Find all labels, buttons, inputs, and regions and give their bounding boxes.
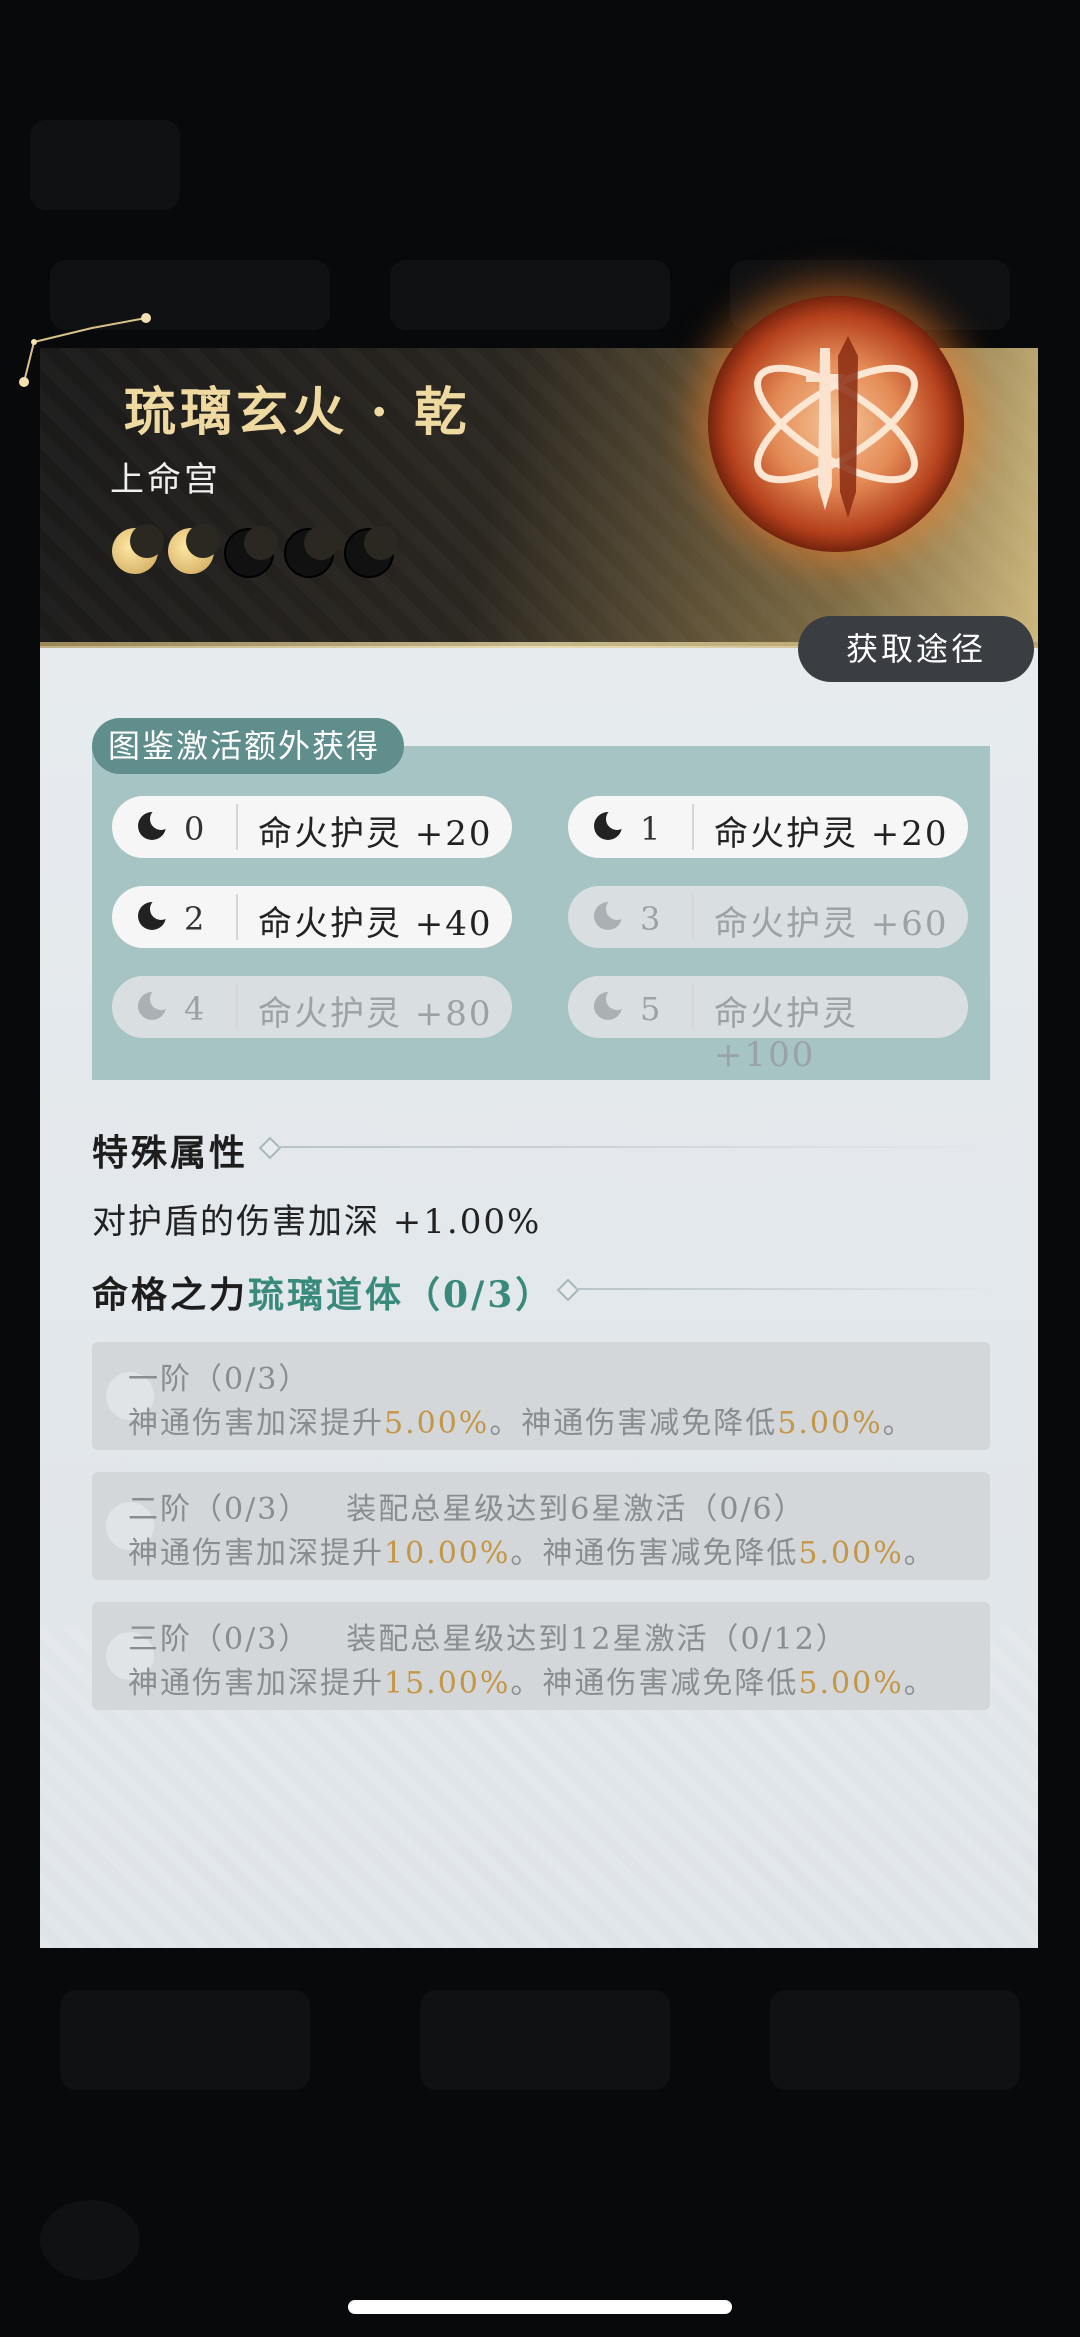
effect-text: 神通伤害加深提升 [128,1406,384,1441]
divider [692,894,694,940]
effect-value: 15.00% [384,1666,511,1701]
fate-tier-2: 二阶（0/3） 装配总星级达到6星激活（0/6） 神通伤害加深提升10.00%。神… [92,1472,990,1580]
gallery-bonus-item: 3 命火护灵 +60 [568,886,968,948]
bonus-value: 命火护灵 +80 [258,994,493,1034]
home-indicator[interactable] [348,2300,732,2314]
effect-text: 。神通伤害减免降低 [510,1666,799,1701]
heading-ornament [556,1278,580,1302]
tier-effect: 神通伤害加深提升10.00%。神通伤害减免降低5.00%。 [128,1528,936,1572]
background-item [390,260,670,330]
tier-requirement: 装配总星级达到12星激活（0/12） [346,1622,848,1657]
effect-text: 。 [882,1406,915,1441]
bonus-value: 命火护灵 +60 [714,904,949,944]
background-item [40,2200,140,2280]
moon-icon [138,988,172,1020]
effect-text: 神通伤害加深提升 [128,1536,384,1571]
special-attribute-heading: 特殊属性 [92,1132,249,1174]
star-moon-icon [284,526,338,578]
tier-title-text: 三阶（0/3） [128,1622,311,1657]
gallery-bonus-item: 1 命火护灵 +20 [568,796,968,858]
tier-title: 一阶（0/3） [128,1354,346,1398]
effect-text: 。神通伤害减免降低 [510,1536,799,1571]
special-attribute-desc: 对护盾的伤害加深 +1.00% [92,1202,542,1242]
effect-text: 神通伤害加深提升 [128,1666,384,1701]
bonus-value: 命火护灵 +20 [258,814,493,854]
star-moon-icon [344,526,398,578]
bonus-value: 命火护灵 +100 [714,994,858,1075]
fate-power-name: 琉璃道体（0/3） [248,1274,555,1316]
moon-icon [138,808,172,840]
gallery-bonus-item: 5 命火护灵 +100 [568,976,968,1075]
divider [236,984,238,1030]
fate-power-label: 命格之力 [92,1274,249,1316]
heading-ornament [258,1136,282,1160]
acquire-path-button[interactable]: 获取途径 [798,616,1034,682]
card-subtitle: 上命宫 [110,460,221,500]
heading-line [576,1288,996,1290]
effect-text: 。 [903,1666,936,1701]
bonus-level: 1 [640,810,661,848]
tier-effect: 神通伤害加深提升5.00%。神通伤害减免降低5.00%。 [128,1398,915,1442]
background-item [770,1990,1020,2090]
bonus-level: 2 [184,900,205,938]
effect-text: 。神通伤害减免降低 [489,1406,778,1441]
effect-value: 10.00% [384,1536,511,1571]
tier-title-text: 一阶（0/3） [128,1362,311,1397]
background-item [420,1990,670,2090]
gallery-bonus-item: 0 命火护灵 +20 [112,796,512,858]
gallery-bonus-item: 2 命火护灵 +40 [112,886,512,948]
bonus-level: 4 [184,990,205,1028]
tier-title-text: 二阶（0/3） [128,1492,311,1527]
crossed-swords-fire-emblem-icon [708,296,964,552]
tier-effect: 神通伤害加深提升15.00%。神通伤害减免降低5.00%。 [128,1658,936,1702]
star-moon-icon [224,526,278,578]
moon-icon [594,898,628,930]
star-moon-icon [112,524,164,574]
divider [236,894,238,940]
tier-title: 三阶（0/3） 装配总星级达到12星激活（0/12） [128,1614,848,1658]
effect-value: 5.00% [384,1406,490,1441]
effect-value: 5.00% [798,1666,904,1701]
star-rating [112,524,398,578]
fate-power-heading: 命格之力琉璃道体（0/3） [92,1266,554,1318]
bonus-level: 0 [184,810,205,848]
divider [236,804,238,850]
heading-line [278,1146,998,1148]
gallery-bonus-item: 4 命火护灵 +80 [112,976,512,1038]
star-moon-icon [168,524,220,574]
card-title: 琉璃玄火 · 乾 [124,382,471,443]
destiny-card: 琉璃玄火 · 乾 上命宫 获取途径 图鉴激活额外获得 0 命火护灵 +20 1 … [40,348,1038,1948]
moon-icon [138,898,172,930]
moon-icon [594,808,628,840]
effect-value: 5.00% [777,1406,883,1441]
divider [692,804,694,850]
bonus-level: 3 [640,900,661,938]
effect-value: 5.00% [798,1536,904,1571]
moon-icon [594,988,628,1020]
bonus-value: 命火护灵 +40 [258,904,493,944]
bonus-level: 5 [640,990,661,1028]
tier-title: 二阶（0/3） 装配总星级达到6星激活（0/6） [128,1484,806,1528]
fate-tier-3: 三阶（0/3） 装配总星级达到12星激活（0/12） 神通伤害加深提升15.00%… [92,1602,990,1710]
tier-requirement: 装配总星级达到6星激活（0/6） [346,1492,806,1527]
background-item [60,1990,310,2090]
effect-text: 。 [903,1536,936,1571]
gallery-bonus-tag: 图鉴激活额外获得 [92,718,405,774]
background-item [30,120,180,210]
bonus-value: 命火护灵 +20 [714,814,949,854]
fate-tier-1: 一阶（0/3） 神通伤害加深提升5.00%。神通伤害减免降低5.00%。 [92,1342,990,1450]
divider [692,984,694,1030]
